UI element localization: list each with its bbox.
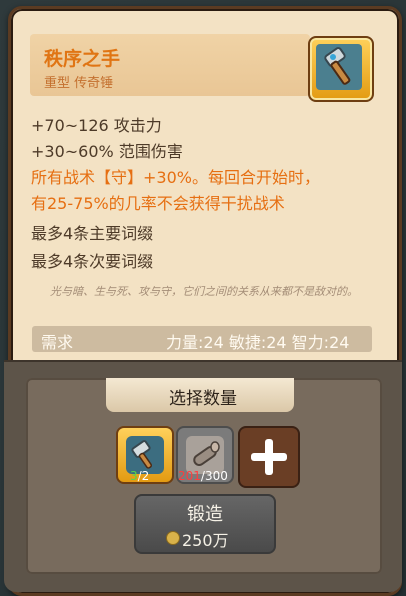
effect-line-1: 所有战术【守】+30%。每回合开始时， (31, 168, 320, 187)
forge-cost: 250万 (182, 531, 229, 550)
effect-line-2: 有25-75%的几率不会获得干扰战术 (31, 194, 285, 213)
add-quantity-button[interactable] (238, 426, 300, 488)
item-type: 重型 传奇锤 (44, 76, 114, 91)
requirement-label: 需求 (41, 333, 74, 352)
primary-affix-limit: 最多4条主要词缀 (31, 224, 154, 243)
stat-area-damage: +30~60% 范围伤害 (31, 142, 183, 161)
log-material-count: 201/300 (178, 469, 228, 483)
forge-button-label: 锻造 (187, 504, 223, 525)
hammer-icon (316, 44, 362, 90)
quantity-title: 选择数量 (169, 389, 237, 409)
plus-icon (247, 435, 291, 479)
secondary-affix-limit: 最多4条次要词缀 (31, 252, 154, 271)
item-name: 秩序之手 (44, 48, 121, 70)
requirement-values: 力量:24 敏捷:24 智力:24 (166, 333, 350, 352)
coin-icon (166, 531, 180, 545)
stat-attack: +70~126 攻击力 (31, 116, 162, 135)
hammer-material-count: 3/2 (130, 469, 150, 483)
flavor-text: 光与暗、生与死、攻与守，它们之间的关系从来都不是敌对的。 (50, 285, 358, 298)
item-icon-frame[interactable] (308, 36, 374, 102)
